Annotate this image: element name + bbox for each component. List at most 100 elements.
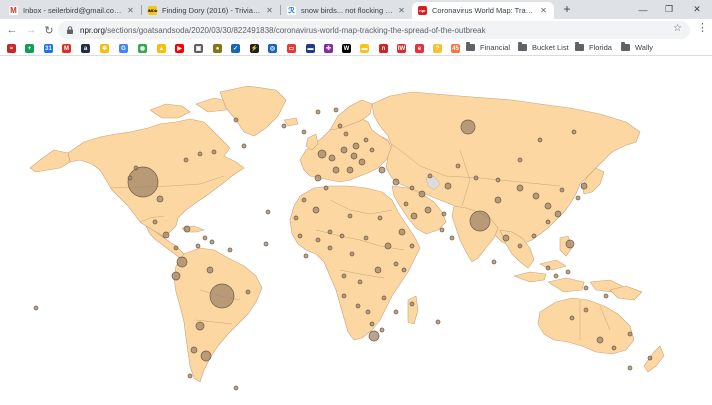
case-bubble[interactable] <box>401 267 407 273</box>
case-bubble[interactable] <box>357 279 363 285</box>
case-bubble[interactable] <box>233 385 239 391</box>
bookmark-bolt-icon[interactable]: ⚡ <box>250 44 259 53</box>
case-bubble[interactable] <box>187 373 193 379</box>
bookmark-maps-icon[interactable]: ◉ <box>138 44 147 53</box>
case-bubble[interactable] <box>449 235 455 241</box>
case-bubble[interactable] <box>327 229 333 235</box>
case-bubble[interactable] <box>571 129 577 135</box>
case-bubble[interactable] <box>603 293 609 299</box>
case-bubble[interactable] <box>444 182 452 190</box>
case-bubble[interactable] <box>583 307 589 313</box>
new-tab-button[interactable]: + <box>560 2 574 16</box>
bookmark-folder-bucket-list[interactable]: Bucket List <box>518 42 569 52</box>
case-bubble[interactable] <box>435 319 441 325</box>
case-bubble[interactable] <box>314 174 322 182</box>
case-bubble[interactable] <box>162 231 170 239</box>
case-bubble[interactable] <box>265 209 271 215</box>
case-bubble[interactable] <box>580 182 588 190</box>
case-bubble[interactable] <box>575 195 581 201</box>
case-bubble[interactable] <box>427 173 433 179</box>
case-bubble[interactable] <box>333 107 339 113</box>
case-bubble[interactable] <box>545 265 551 271</box>
case-bubble[interactable] <box>133 165 139 171</box>
case-bubble[interactable] <box>517 243 523 249</box>
case-bubble[interactable] <box>611 345 617 351</box>
case-bubble[interactable] <box>315 237 321 243</box>
case-bubble[interactable] <box>343 131 349 137</box>
case-bubble[interactable] <box>195 243 201 249</box>
case-bubble[interactable] <box>393 309 399 315</box>
bookmark-rx-icon[interactable]: ✚ <box>324 44 333 53</box>
bookmark-red-icon[interactable]: ≈ <box>7 44 16 53</box>
case-bubble[interactable] <box>297 233 303 239</box>
case-bubble[interactable] <box>384 242 392 250</box>
case-bubble[interactable] <box>233 117 239 123</box>
case-bubble[interactable] <box>596 336 604 344</box>
case-bubble[interactable] <box>227 247 233 253</box>
case-bubble[interactable] <box>410 212 418 220</box>
case-bubble[interactable] <box>369 321 375 327</box>
case-bubble[interactable] <box>363 137 369 143</box>
case-bubble[interactable] <box>263 241 269 247</box>
bookmark-gmail-icon[interactable]: M <box>62 44 71 53</box>
case-bubble[interactable] <box>328 154 336 162</box>
bookmark-folder-florida[interactable]: Florida <box>575 42 612 52</box>
case-bubble[interactable] <box>565 239 575 249</box>
case-bubble[interactable] <box>469 210 491 232</box>
case-bubble[interactable] <box>209 239 215 245</box>
bookmark-news-icon[interactable]: ▣ <box>194 44 203 53</box>
case-bubble[interactable] <box>33 305 39 311</box>
bookmark-noaa-icon[interactable]: ◎ <box>268 44 277 53</box>
case-bubble[interactable] <box>346 166 354 174</box>
case-bubble[interactable] <box>381 295 387 301</box>
case-bubble[interactable] <box>532 192 540 200</box>
bookmark-check-icon[interactable]: ✓ <box>231 44 240 53</box>
case-bubble[interactable] <box>544 202 552 210</box>
case-bubble[interactable] <box>531 233 537 239</box>
case-bubble[interactable] <box>183 225 191 233</box>
bookmark-google-icon[interactable]: G <box>119 44 128 53</box>
case-bubble[interactable] <box>516 184 524 192</box>
case-bubble[interactable] <box>392 178 400 186</box>
case-bubble[interactable] <box>349 251 355 257</box>
bookmark-amazon-icon[interactable]: a <box>81 44 90 53</box>
bookmark-card-icon[interactable]: ▭ <box>287 44 296 53</box>
case-bubble[interactable] <box>424 206 432 214</box>
case-bubble[interactable] <box>327 245 333 251</box>
case-bubble[interactable] <box>363 235 369 241</box>
browser-menu-icon[interactable]: ⋮ <box>697 21 708 34</box>
case-bubble[interactable] <box>358 158 366 166</box>
case-bubble[interactable] <box>647 355 653 361</box>
case-bubble[interactable] <box>502 234 510 242</box>
bookmark-photos-icon[interactable]: ✱ <box>100 44 109 53</box>
tab-coronavirus-map[interactable]: npr Coronavirus World Map: Trackin ✕ <box>412 2 554 19</box>
case-bubble[interactable] <box>127 175 133 181</box>
case-bubble[interactable] <box>439 227 445 233</box>
case-bubble[interactable] <box>197 151 203 157</box>
tab-close-icon[interactable]: ✕ <box>397 6 406 15</box>
case-bubble[interactable] <box>409 301 415 307</box>
case-bubble[interactable] <box>339 233 345 239</box>
bookmark-imdb-icon[interactable]: ▬ <box>360 44 369 53</box>
case-bubble[interactable] <box>200 350 212 362</box>
bookmark-npr-icon[interactable]: n <box>379 44 388 53</box>
case-bubble[interactable] <box>301 129 307 135</box>
case-bubble[interactable] <box>441 211 447 217</box>
case-bubble[interactable] <box>369 147 375 153</box>
case-bubble[interactable] <box>183 157 189 163</box>
case-bubble[interactable] <box>473 175 479 181</box>
case-bubble[interactable] <box>190 346 198 354</box>
case-bubble[interactable] <box>293 215 299 221</box>
case-bubble[interactable] <box>352 142 360 150</box>
case-bubble[interactable] <box>202 235 208 241</box>
case-bubble[interactable] <box>565 269 571 275</box>
case-bubble[interactable] <box>340 146 348 154</box>
bookmark-folder-financial[interactable]: Financial <box>466 42 510 52</box>
address-bar[interactable]: npr.org/sections/goatsandsoda/2020/03/30… <box>58 21 690 39</box>
case-bubble[interactable] <box>241 143 247 149</box>
minimize-button[interactable]: — <box>632 0 654 19</box>
case-bubble[interactable] <box>347 213 353 219</box>
case-bubble[interactable] <box>455 163 461 169</box>
case-bubble[interactable] <box>627 365 633 371</box>
case-bubble[interactable] <box>350 152 358 160</box>
